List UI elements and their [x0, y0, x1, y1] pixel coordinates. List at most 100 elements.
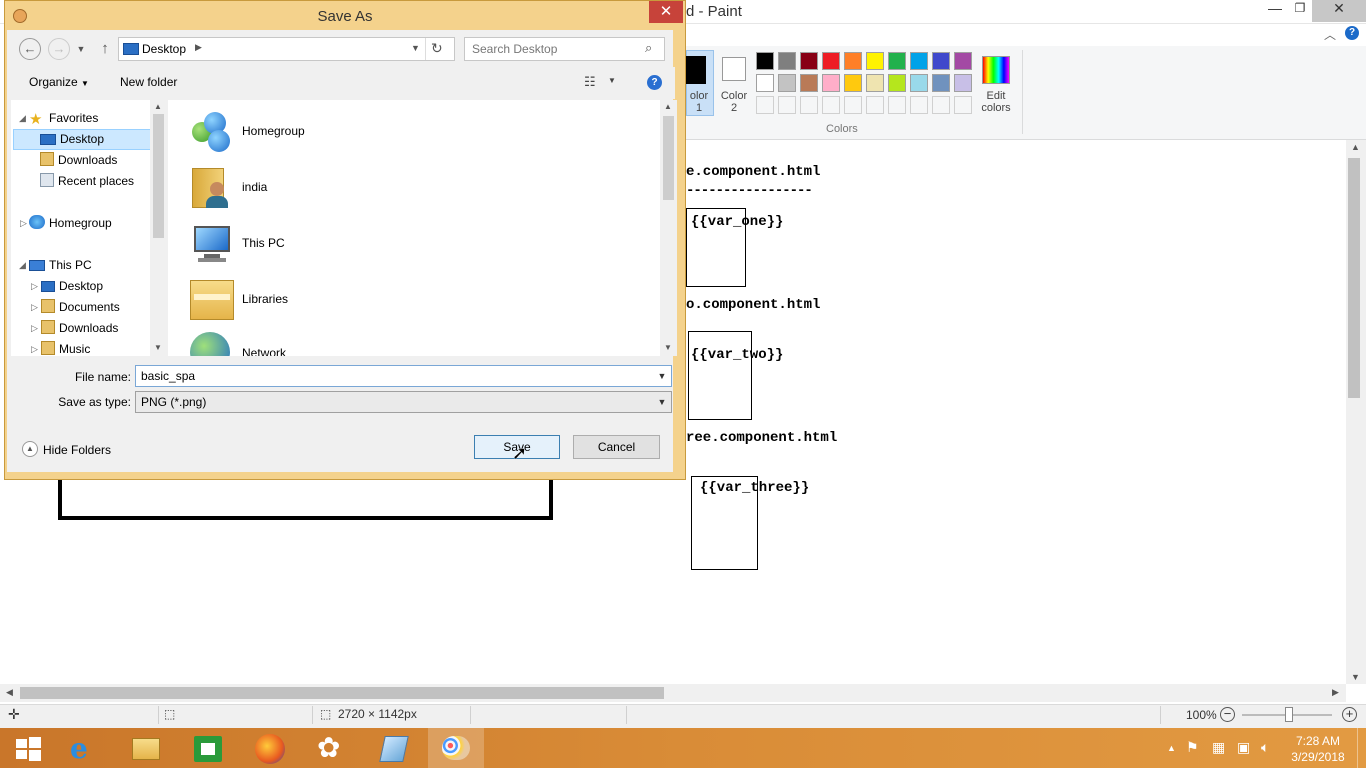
- refresh-icon[interactable]: ↻: [431, 40, 443, 57]
- palette-swatch[interactable]: [844, 74, 862, 92]
- palette-swatch[interactable]: [932, 96, 950, 114]
- nav-scroll-up-icon[interactable]: ▲: [154, 102, 162, 111]
- breadcrumb-arrow-icon[interactable]: ▶: [195, 42, 202, 53]
- nav-favorites[interactable]: ★ Favorites: [29, 108, 98, 128]
- file-item-network[interactable]: Network: [188, 330, 388, 356]
- palette-swatch[interactable]: [756, 52, 774, 70]
- horizontal-scroll-thumb[interactable]: [20, 687, 664, 699]
- file-item-this-pc[interactable]: This PC: [188, 220, 388, 272]
- show-hidden-icons[interactable]: ▲: [1167, 743, 1176, 753]
- collapse-arrow-icon[interactable]: ▷: [20, 218, 27, 229]
- save-as-type-select[interactable]: PNG (*.png) ▼: [135, 391, 672, 413]
- palette-swatch[interactable]: [800, 52, 818, 70]
- nav-pc-downloads[interactable]: Downloads: [41, 318, 118, 338]
- palette-swatch[interactable]: [778, 52, 796, 70]
- collapse-arrow-icon[interactable]: ▷: [31, 344, 38, 355]
- edit-colors-icon[interactable]: [982, 56, 1010, 84]
- palette-swatch[interactable]: [954, 74, 972, 92]
- address-dropdown-icon[interactable]: ▼: [411, 43, 420, 53]
- restore-button[interactable]: ❐: [1288, 1, 1312, 23]
- zoom-out-button[interactable]: −: [1220, 707, 1235, 722]
- palette-swatch[interactable]: [910, 52, 928, 70]
- new-folder-button[interactable]: New folder: [120, 75, 177, 89]
- color1-swatch[interactable]: [686, 56, 706, 84]
- nav-pc-desktop[interactable]: Desktop: [41, 276, 103, 296]
- scroll-left-icon[interactable]: ◀: [6, 687, 13, 698]
- palette-swatch[interactable]: [756, 74, 774, 92]
- dialog-close-button[interactable]: ✕: [649, 1, 683, 23]
- nav-homegroup[interactable]: Homegroup: [29, 213, 112, 233]
- cancel-button[interactable]: Cancel: [573, 435, 660, 459]
- vertical-scroll-thumb[interactable]: [1348, 158, 1360, 398]
- palette-swatch[interactable]: [932, 52, 950, 70]
- nav-this-pc[interactable]: This PC: [29, 255, 92, 275]
- network-tray-icon[interactable]: ▣: [1237, 739, 1250, 756]
- up-button[interactable]: ↑: [94, 38, 116, 60]
- hide-folders-button[interactable]: Hide Folders: [43, 443, 111, 457]
- minimize-button[interactable]: —: [1262, 0, 1288, 22]
- organize-menu[interactable]: Organize ▼: [29, 75, 89, 89]
- nav-pc-documents[interactable]: Documents: [41, 297, 120, 317]
- palette-swatch[interactable]: [844, 96, 862, 114]
- zoom-in-button[interactable]: +: [1342, 707, 1357, 722]
- action-center-icon[interactable]: ⚑: [1186, 739, 1199, 756]
- palette-swatch[interactable]: [756, 96, 774, 114]
- recent-locations-icon[interactable]: ▼: [73, 38, 89, 60]
- palette-swatch[interactable]: [800, 74, 818, 92]
- taskbar-ie[interactable]: e: [56, 728, 112, 768]
- palette-swatch[interactable]: [778, 96, 796, 114]
- palette-swatch[interactable]: [866, 96, 884, 114]
- palette-swatch[interactable]: [822, 74, 840, 92]
- palette-swatch[interactable]: [866, 52, 884, 70]
- search-input[interactable]: Search Desktop ⌕: [464, 37, 665, 61]
- start-button[interactable]: [0, 728, 56, 768]
- scroll-right-icon[interactable]: ▶: [1332, 687, 1339, 698]
- zoom-slider-thumb[interactable]: [1285, 707, 1293, 722]
- palette-swatch[interactable]: [910, 96, 928, 114]
- taskbar-firefox[interactable]: [242, 728, 298, 768]
- color2-swatch[interactable]: [722, 57, 746, 81]
- collapse-arrow-icon[interactable]: ▷: [31, 302, 38, 313]
- palette-swatch[interactable]: [866, 74, 884, 92]
- palette-swatch[interactable]: [910, 74, 928, 92]
- view-dropdown-icon[interactable]: ▼: [608, 76, 616, 85]
- taskbar-store[interactable]: [180, 728, 236, 768]
- file-item-libraries[interactable]: Libraries: [188, 276, 388, 328]
- scroll-up-icon[interactable]: ▲: [1351, 142, 1360, 152]
- palette-swatch[interactable]: [800, 96, 818, 114]
- nav-downloads[interactable]: Downloads: [40, 150, 117, 170]
- volume-icon[interactable]: 🔈︎: [1261, 739, 1269, 756]
- palette-swatch[interactable]: [778, 74, 796, 92]
- file-name-input[interactable]: basic_spa ▼: [135, 365, 672, 387]
- palette-swatch[interactable]: [954, 52, 972, 70]
- collapse-arrow-icon[interactable]: ▷: [31, 281, 38, 292]
- close-button[interactable]: ✕: [1312, 0, 1366, 22]
- nav-scroll-down-icon[interactable]: ▼: [154, 343, 162, 352]
- show-desktop-button[interactable]: [1357, 728, 1366, 768]
- file-scroll-thumb[interactable]: [663, 116, 674, 200]
- file-scroll-up-icon[interactable]: ▲: [664, 102, 672, 111]
- nav-recent-places[interactable]: Recent places: [40, 171, 134, 191]
- change-view-icon[interactable]: ☷: [584, 74, 596, 90]
- palette-swatch[interactable]: [932, 74, 950, 92]
- hide-folders-icon[interactable]: ▲: [22, 441, 38, 457]
- taskbar-app-notes[interactable]: [366, 728, 422, 768]
- dropdown-arrow-icon[interactable]: ▼: [655, 392, 669, 412]
- taskbar-clock[interactable]: 7:28 AM 3/29/2018: [1288, 733, 1348, 765]
- file-scroll-down-icon[interactable]: ▼: [664, 343, 672, 352]
- search-icon[interactable]: ⌕: [645, 40, 652, 56]
- taskbar-file-explorer[interactable]: [118, 728, 174, 768]
- expand-arrow-icon[interactable]: ◢: [19, 113, 26, 124]
- edit-colors-label[interactable]: Edit colors: [976, 90, 1016, 114]
- forward-button[interactable]: →: [48, 38, 70, 60]
- help-icon[interactable]: ?: [647, 75, 662, 90]
- palette-swatch[interactable]: [822, 52, 840, 70]
- scroll-down-icon[interactable]: ▼: [1351, 672, 1360, 682]
- nav-desktop[interactable]: Desktop: [40, 129, 104, 149]
- address-bar[interactable]: Desktop ▶ ▼ ↻: [118, 37, 455, 61]
- device-icon[interactable]: ▦: [1212, 739, 1225, 756]
- taskbar-paint[interactable]: [428, 728, 484, 768]
- palette-swatch[interactable]: [822, 96, 840, 114]
- collapse-ribbon-icon[interactable]: ︿: [1324, 26, 1336, 43]
- nav-scroll-thumb[interactable]: [153, 114, 164, 238]
